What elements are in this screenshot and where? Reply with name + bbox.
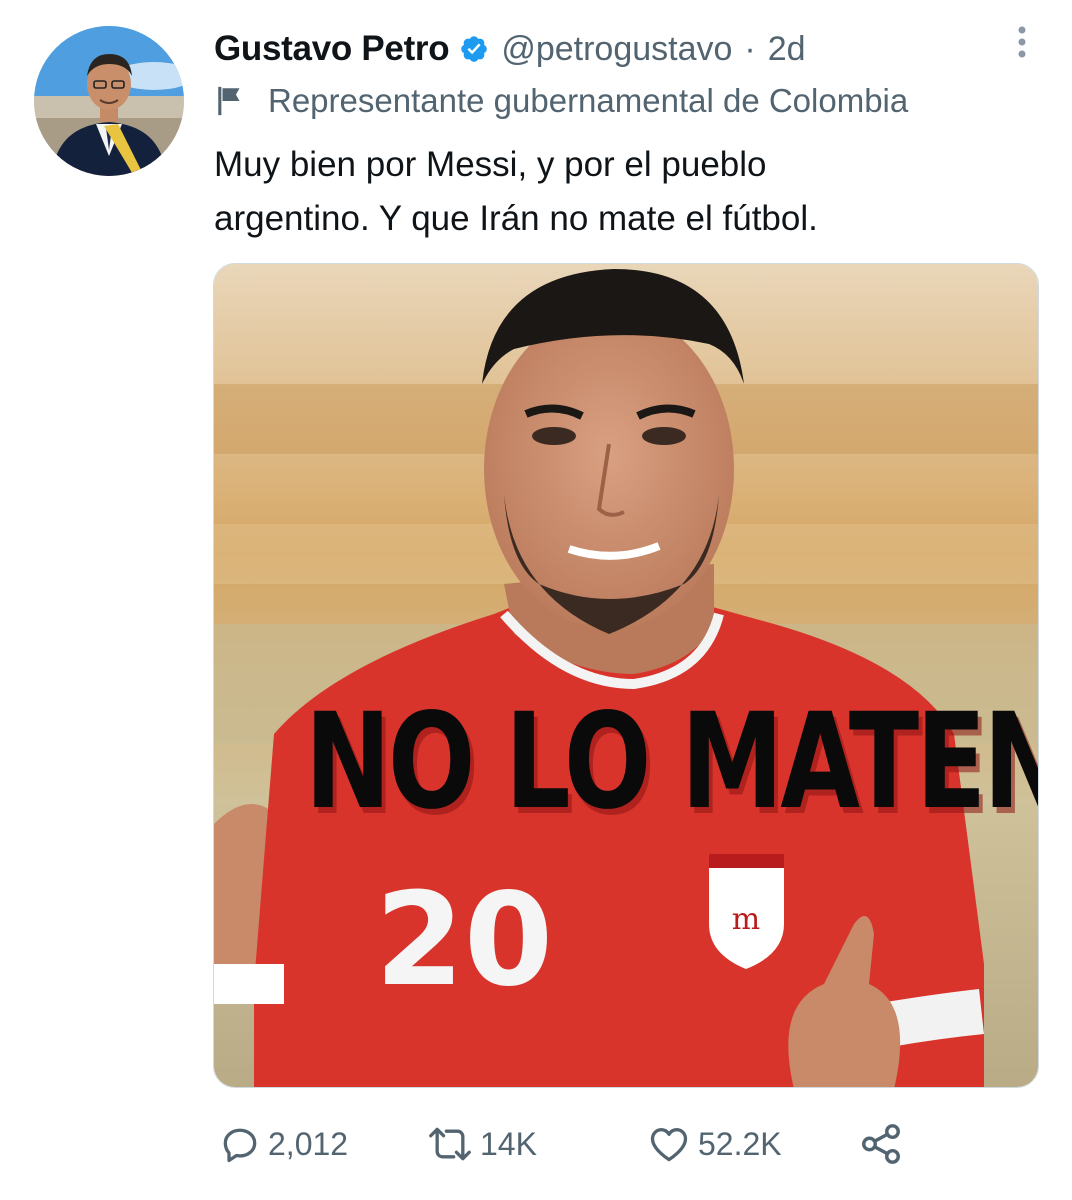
more-vertical-icon[interactable]: [1012, 22, 1032, 62]
retweet-button[interactable]: 14K: [426, 1118, 537, 1170]
verified-badge-icon: [461, 36, 488, 62]
like-count: 52.2K: [698, 1125, 782, 1162]
tweet-header: Gustavo Petro @petrogustavo · 2d: [214, 24, 1032, 74]
retweet-count: 14K: [480, 1125, 537, 1162]
svg-text:m: m: [732, 902, 760, 937]
author-name[interactable]: Gustavo Petro: [214, 29, 450, 69]
tweet-text-line: argentino. Y que Irán no mate el fútbol.: [214, 199, 818, 238]
retweet-icon: [429, 1127, 471, 1161]
tweet-media-image[interactable]: m 20 NO LO MATEN: [213, 263, 1039, 1088]
government-label-text: Representante gubernamental de Colombia: [268, 82, 909, 119]
author-handle[interactable]: @petrogustavo: [501, 30, 732, 69]
share-button[interactable]: [858, 1118, 904, 1170]
share-icon: [862, 1124, 900, 1164]
avatar-image: [34, 26, 184, 176]
tweet-time[interactable]: 2d: [768, 30, 806, 69]
avatar[interactable]: [34, 26, 184, 176]
overlay-text: NO LO MATEN: [304, 685, 1039, 839]
tweet-text: Muy bien por Messi, y por el pueblo arge…: [214, 138, 1034, 246]
jersey-number: 20: [375, 866, 553, 1015]
reply-count: 2,012: [268, 1125, 349, 1162]
like-button[interactable]: 52.2K: [646, 1118, 782, 1170]
heart-icon: [650, 1128, 688, 1162]
separator-dot: ·: [744, 29, 756, 68]
government-label[interactable]: Representante gubernamental de Colombia: [214, 78, 1072, 124]
reply-button[interactable]: 2,012: [218, 1118, 348, 1170]
player-photo: m 20: [214, 264, 1038, 1087]
tweet: Gustavo Petro @petrogustavo · 2d Represe…: [0, 0, 1072, 1200]
reply-icon: [223, 1128, 257, 1163]
tweet-actions: 2,012 14K 52.2K: [218, 1118, 1018, 1170]
tweet-text-line: Muy bien por Messi, y por el pueblo: [214, 145, 767, 184]
flag-icon: [218, 86, 240, 116]
